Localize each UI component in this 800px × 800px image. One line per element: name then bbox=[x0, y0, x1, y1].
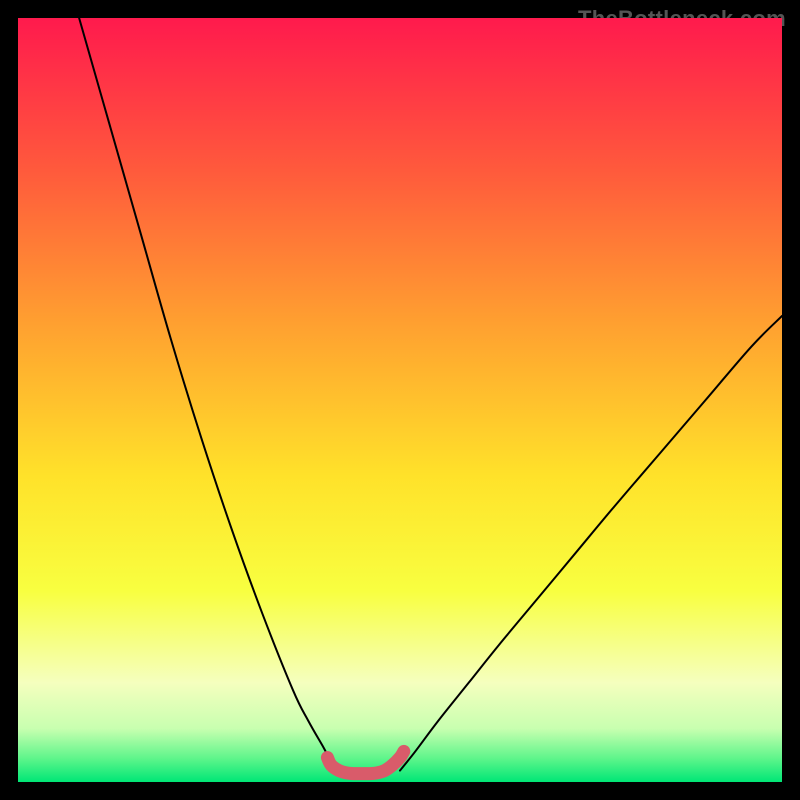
gradient-background bbox=[18, 18, 782, 782]
chart-frame: TheBottleneck.com bbox=[0, 0, 800, 800]
chart-svg bbox=[18, 18, 782, 782]
chart-plot-area bbox=[18, 18, 782, 782]
